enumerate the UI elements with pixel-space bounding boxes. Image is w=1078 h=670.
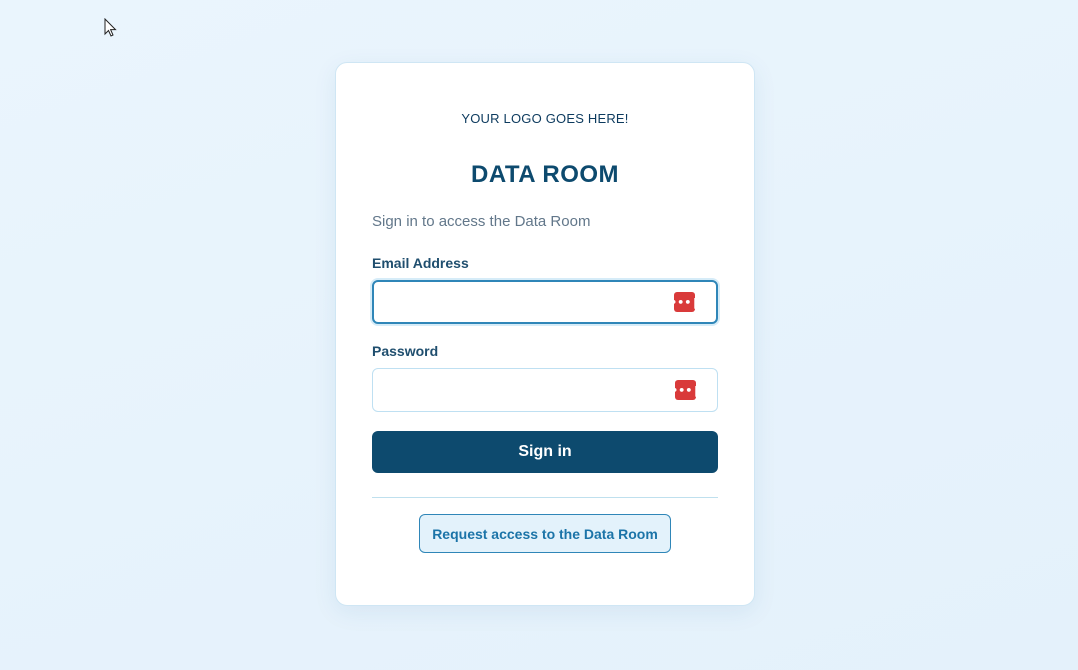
email-field-wrapper: •••| xyxy=(372,280,718,324)
page-title: DATA ROOM xyxy=(470,161,620,188)
password-label: Password xyxy=(372,343,439,359)
sign-in-button[interactable]: Sign in xyxy=(372,431,718,473)
email-label: Email Address xyxy=(372,255,469,271)
login-card: YOUR LOGO GOES HERE! DATA ROOM Sign in t… xyxy=(335,62,755,606)
email-field[interactable] xyxy=(374,282,716,322)
page-subtitle: Sign in to access the Data Room xyxy=(372,213,591,230)
password-field[interactable] xyxy=(373,369,717,411)
divider xyxy=(372,497,718,498)
password-manager-icon[interactable]: •••| xyxy=(670,292,698,312)
password-field-wrapper: •••| xyxy=(372,368,718,412)
password-manager-icon[interactable]: •••| xyxy=(671,380,699,400)
mouse-cursor-icon xyxy=(104,18,117,37)
logo-placeholder: YOUR LOGO GOES HERE! xyxy=(461,111,629,126)
request-access-button[interactable]: Request access to the Data Room xyxy=(419,514,671,553)
